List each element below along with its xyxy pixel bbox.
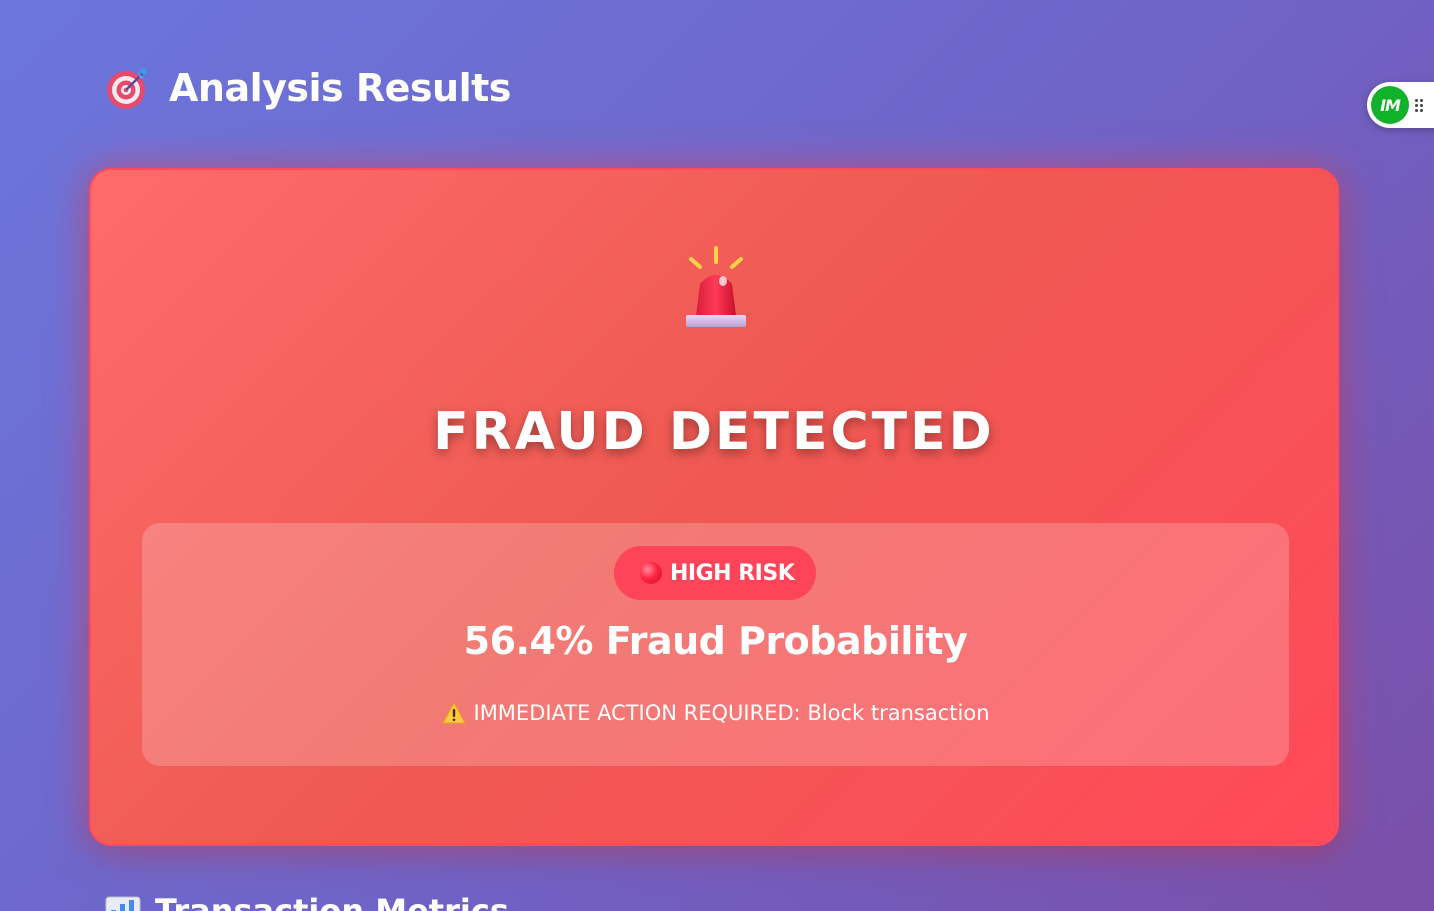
page-title: Analysis Results (169, 66, 511, 110)
target-icon (107, 68, 147, 109)
widget-logo[interactable]: IM (1371, 86, 1409, 124)
verdict-title: FRAUD DETECTED (433, 402, 995, 462)
action-required-text: IMMEDIATE ACTION REQUIRED: Block transac… (473, 701, 990, 725)
risk-panel: HIGH RISK 56.4% Fraud Probability IMMEDI… (142, 523, 1289, 766)
drag-handle-icon[interactable] (1415, 98, 1423, 112)
page-header: Analysis Results (105, 60, 511, 116)
floating-assistant-widget[interactable]: IM (1367, 82, 1434, 128)
warning-icon (442, 702, 465, 724)
fraud-probability: 56.4% Fraud Probability (463, 619, 968, 663)
transaction-metrics-header: Transaction Metrics (105, 892, 509, 911)
risk-level-badge: HIGH RISK (614, 546, 816, 600)
risk-level-label: HIGH RISK (670, 560, 795, 586)
fraud-result-card: FRAUD DETECTED HIGH RISK 56.4% Fraud Pro… (89, 168, 1339, 846)
action-required-notice: IMMEDIATE ACTION REQUIRED: Block transac… (142, 701, 1289, 725)
section-title: Transaction Metrics (155, 892, 509, 911)
red-circle-icon (640, 562, 662, 584)
siren-icon (686, 246, 746, 327)
bar-chart-icon (105, 896, 141, 911)
